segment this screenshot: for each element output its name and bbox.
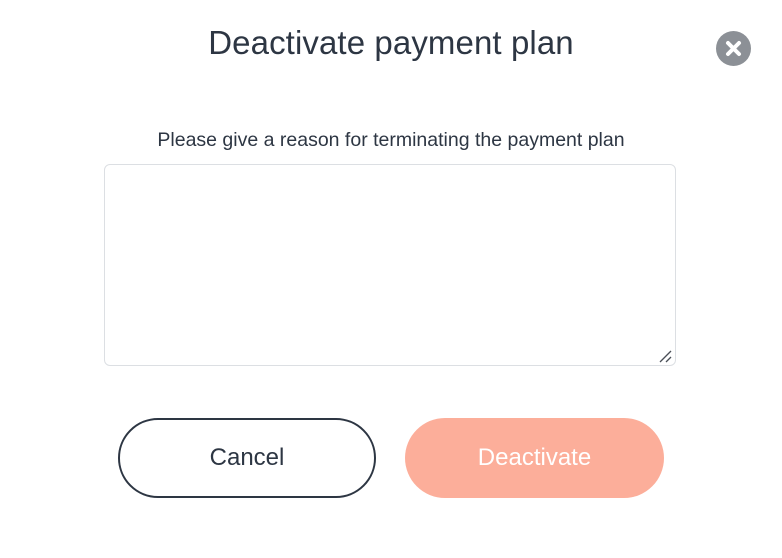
- deactivate-button-label: Deactivate: [477, 444, 592, 471]
- cancel-button-label: Cancel: [209, 444, 285, 471]
- cancel-button[interactable]: Cancel: [118, 418, 376, 498]
- dialog-title: Deactivate payment plan: [208, 24, 574, 61]
- close-button[interactable]: [716, 31, 751, 66]
- deactivate-button[interactable]: Deactivate: [405, 418, 664, 498]
- reason-prompt: Please give a reason for terminating the…: [157, 129, 625, 151]
- resize-handle-icon[interactable]: [657, 348, 673, 364]
- reason-textarea[interactable]: [104, 164, 676, 366]
- close-icon: [726, 41, 741, 56]
- deactivate-plan-dialog: Deactivate payment plan Please give a re…: [0, 0, 782, 558]
